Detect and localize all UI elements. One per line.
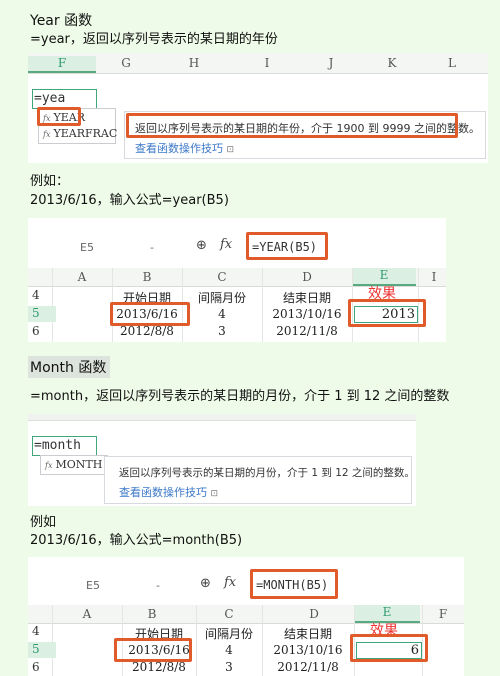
doc-icon: ⊡ [210,489,219,499]
col-header[interactable]: A [52,607,122,621]
col-header[interactable]: B [122,607,182,621]
doc-icon: ⊡ [226,145,235,155]
col-header[interactable]: I [232,56,302,70]
formula-input-cell[interactable]: =yea [32,89,97,109]
name-box-dash: - [156,579,160,592]
table-cell[interactable]: 3 [196,660,262,674]
highlight-box [37,107,81,126]
col-header[interactable]: J [302,56,360,70]
row-header[interactable]: 5 [28,642,56,658]
cell-reference[interactable]: E5 [86,579,100,592]
table-cell[interactable]: 4 [196,643,262,657]
highlight-box [110,302,190,326]
magnifier-icon[interactable]: ⊕ [200,576,211,591]
fx-icon[interactable]: fx [220,237,232,252]
table-cell[interactable]: 2012/8/8 [112,324,182,338]
highlight-box [250,569,338,599]
col-header[interactable]: F [428,607,458,621]
column-header-row: F G H I J K L [28,53,488,74]
col-header[interactable]: K [360,56,424,70]
col-header[interactable]: F [28,56,96,73]
col-header[interactable]: L [424,56,480,70]
month-autocomplete-panel: =month fx MONTH 返回以序列号表示的某日期的月份，介于 1 到 12… [28,414,416,506]
table-cell[interactable]: 2012/8/8 [122,660,196,674]
col-header[interactable]: G [96,56,156,70]
col-header[interactable]: B [112,270,182,284]
function-icon: fx [45,461,53,470]
function-tooltip: 返回以序列号表示的某日期的月份，介于 1 到 12 之间的整数。 查看函数操作技… [104,456,415,504]
cell-reference[interactable]: E5 [80,241,94,254]
row-header[interactable]: 5 [28,306,56,322]
month-heading: Month 函数 [30,360,107,376]
function-icon: fx [43,130,51,139]
highlight-box [348,299,426,327]
col-header[interactable]: C [182,270,262,284]
autocomplete-list: fx MONTH [40,455,108,475]
table-cell[interactable]: 4 [182,307,262,321]
table-cell[interactable]: 结束日期 [262,289,352,306]
month-example-sheet: E5 - ⊕ fx =MONTH(B5) A B C D E F 4 开始日期 … [28,557,464,676]
tooltip-link[interactable]: 查看函数操作技巧 ⊡ [135,140,234,156]
year-autocomplete-panel: F G H I J K L =yea fx YEAR fx YEARFRAC 返回以… [28,53,488,163]
row-header[interactable]: 6 [28,660,56,674]
tooltip-text: 返回以序列号表示的某日期的月份，介于 1 到 12 之间的整数。 [119,467,415,479]
row-header[interactable]: 4 [28,288,56,302]
table-cell[interactable]: 3 [182,324,262,338]
year-example-sheet: E5 - ⊕ fx =YEAR(B5) A B C D E I 4 开始日期 间… [28,218,446,342]
table-cell[interactable]: 间隔月份 [196,625,262,642]
month-description: =month，返回以序列号表示的某日期的月份，介于 1 到 12 之间的整数 [30,389,450,404]
col-header[interactable]: D [262,270,352,284]
table-cell[interactable]: 2013/10/16 [262,643,354,657]
row-header[interactable]: 4 [28,624,56,638]
highlight-box [350,634,428,662]
table-cell[interactable]: 结束日期 [262,625,354,642]
col-header[interactable]: H [156,56,232,70]
highlight-box [114,638,192,662]
table-cell[interactable]: 2012/11/8 [262,324,352,338]
suggestion-yearfrac[interactable]: fx YEARFRAC [43,127,117,140]
month-example-label: 例如 [30,515,57,530]
col-header[interactable]: A [52,270,112,284]
row-header[interactable]: 6 [28,324,56,338]
name-box-dash: - [150,241,154,254]
suggestion-month[interactable]: fx MONTH [45,458,102,471]
col-header[interactable]: D [276,607,352,621]
year-example-formula: 2013/6/16，输入公式=year(B5) [30,193,229,208]
tooltip-link[interactable]: 查看函数操作技巧 ⊡ [119,484,218,500]
fx-icon[interactable]: fx [224,575,236,590]
month-example-formula: 2013/6/16，输入公式=month(B5) [30,533,243,548]
table-cell[interactable]: 间隔月份 [182,289,262,306]
table-cell[interactable]: 2013/10/16 [262,307,352,321]
formula-input-cell[interactable]: =month [32,436,97,456]
highlight-box [246,232,328,260]
year-description: =year，返回以序列号表示的某日期的年份 [30,32,278,47]
col-header[interactable]: I [424,270,444,284]
column-header-row: A B C D E F [28,605,464,624]
magnifier-icon[interactable]: ⊕ [196,238,207,253]
year-example-label: 例如： [30,174,70,189]
year-heading: Year 函数 [30,13,93,29]
highlight-box [126,113,458,138]
table-cell[interactable]: 2012/11/8 [262,660,354,674]
